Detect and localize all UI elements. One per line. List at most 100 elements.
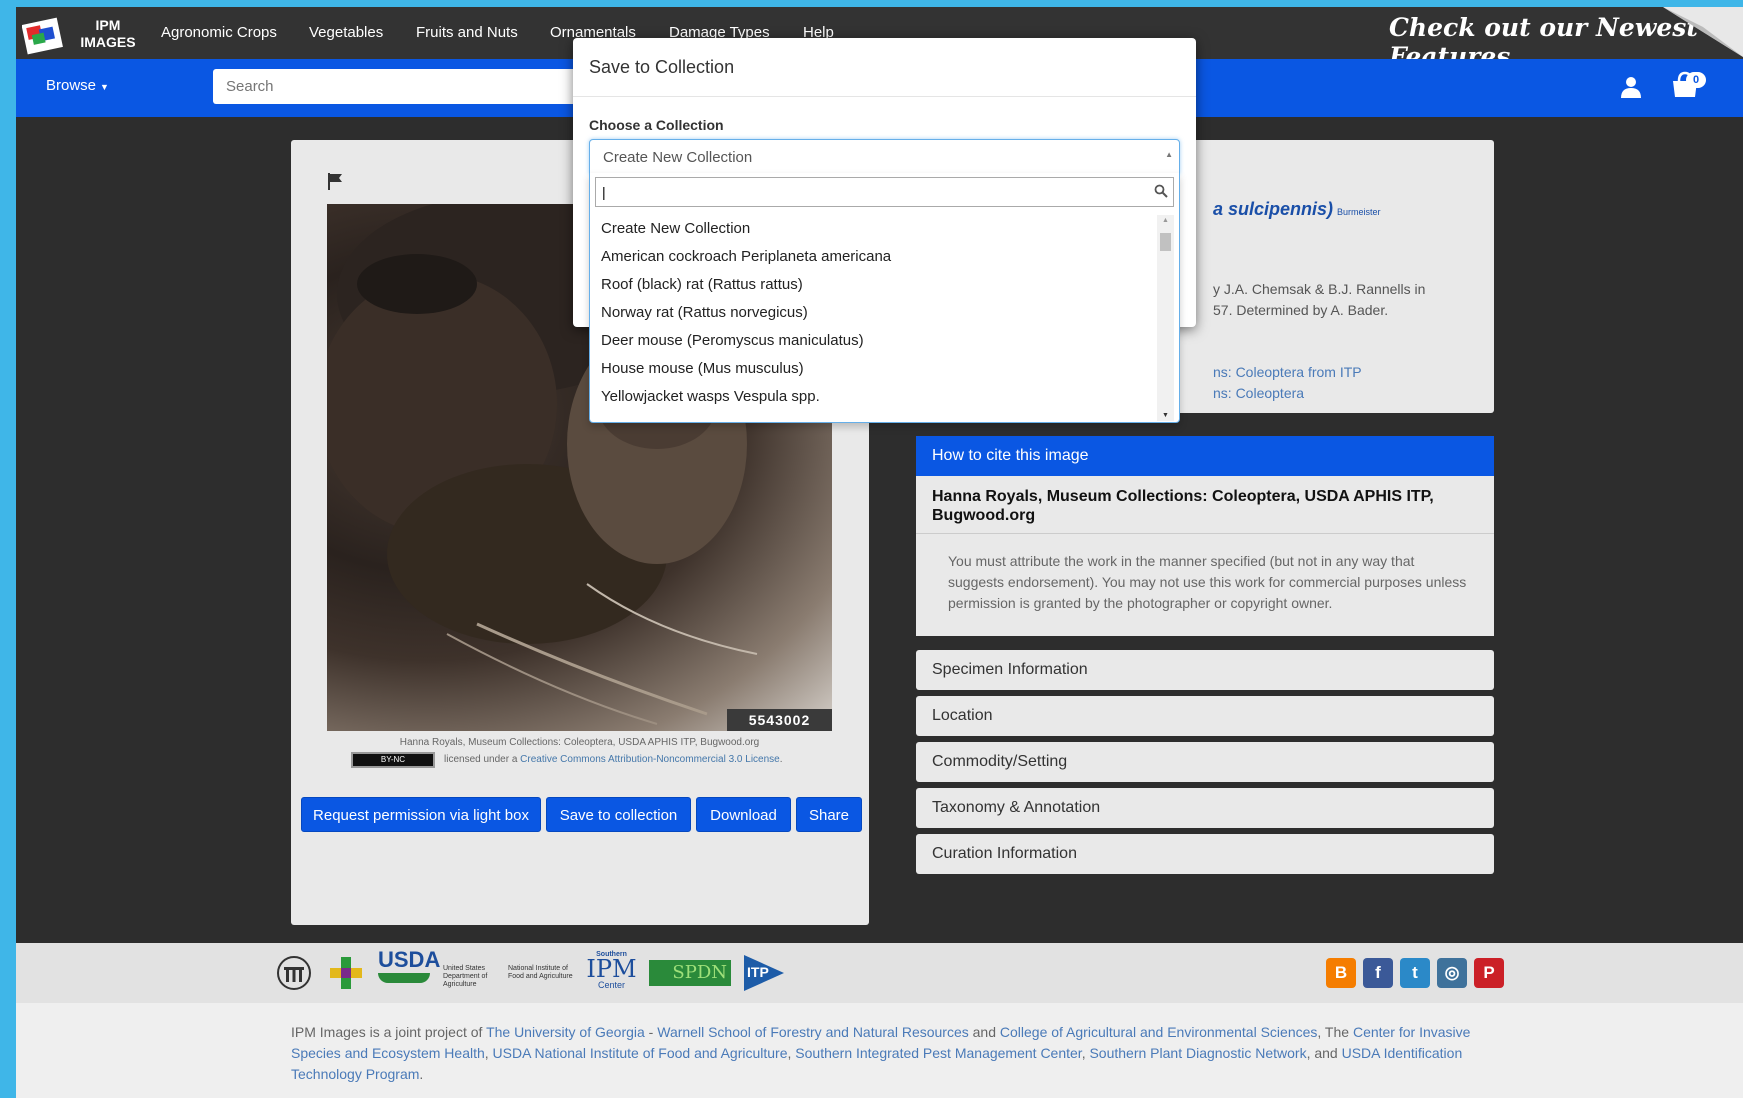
logo-text: IPM IMAGES [78, 17, 138, 51]
image-number: 5543002 [727, 709, 832, 731]
uga-arch-icon[interactable] [276, 955, 312, 991]
footer-text-segment: , The [1317, 1024, 1353, 1040]
citation-text: Hanna Royals, Museum Collections: Coleop… [932, 488, 1434, 524]
nav-fruits-and-nuts[interactable]: Fruits and Nuts [416, 24, 518, 41]
scientific-name: a sulcipennis) Burmeister [1213, 199, 1381, 220]
collection-dropdown: Create New CollectionAmerican cockroach … [589, 173, 1180, 423]
license-link[interactable]: Creative Commons Attribution-Noncommerci… [520, 754, 780, 765]
license-text: licensed under a Creative Commons Attrib… [444, 754, 783, 765]
flag-icon[interactable] [327, 172, 343, 190]
footer-link[interactable]: Southern Integrated Pest Management Cent… [795, 1045, 1081, 1061]
nifa-text: National Institute of Food and Agricultu… [508, 965, 573, 980]
collection-search-input[interactable] [595, 177, 1174, 207]
accordion-location[interactable]: Location [916, 696, 1494, 736]
southern-ipm-center-logo[interactable]: Southern IPM Center [584, 951, 639, 990]
collector-line-2: 57. Determined by A. Bader. [1213, 302, 1389, 318]
collection-link-1[interactable]: ns: Coleoptera from ITP [1213, 364, 1362, 380]
collection-link-2[interactable]: ns: Coleoptera [1213, 385, 1304, 401]
citation-terms: You must attribute the work in the manne… [948, 553, 1467, 611]
cart-count-badge: 0 [1686, 72, 1706, 88]
footer-credits-text: IPM Images is a joint project of The Uni… [291, 1022, 1481, 1085]
download-button[interactable]: Download [696, 797, 791, 832]
cite-divider [916, 533, 1494, 534]
collection-select-value: Create New Collection [603, 149, 753, 166]
itp-logo[interactable]: ITP [744, 955, 784, 991]
accordion-commodity-setting[interactable]: Commodity/Setting [916, 742, 1494, 782]
scroll-up-arrow[interactable]: ▲ [1162, 217, 1169, 224]
scientific-name-text: a sulcipennis) [1213, 199, 1334, 219]
footer-link[interactable]: College of Agricultural and Environmenta… [1000, 1024, 1318, 1040]
cc-badge-text: BY-NC [380, 755, 406, 764]
ipm-center-text: IPM [586, 955, 637, 983]
collection-select[interactable]: Create New Collection ▲ [589, 139, 1180, 174]
caret-down-icon: ▼ [100, 82, 109, 92]
license-prefix: licensed under a [444, 754, 518, 765]
nav-vegetables[interactable]: Vegetables [309, 24, 383, 41]
blogger-icon[interactable]: B [1326, 958, 1356, 988]
usda-logo-text: USDA [378, 947, 441, 972]
request-permission-button[interactable]: Request permission via light box [301, 797, 541, 832]
cise-logo-icon[interactable] [326, 953, 366, 993]
footer-logo-strip: USDA United States Department of Agricul… [16, 943, 1743, 1003]
search-icon [1154, 184, 1168, 198]
modal-divider [573, 96, 1196, 97]
twitter-icon[interactable]: t [1400, 958, 1430, 988]
accordion-curation-information[interactable]: Curation Information [916, 834, 1494, 874]
site-logo[interactable]: IPM IMAGES [18, 9, 146, 57]
scrollbar-thumb[interactable] [1160, 233, 1171, 251]
dropdown-scrollbar[interactable]: ▲ ▼ [1157, 215, 1174, 421]
save-to-collection-button[interactable]: Save to collection [546, 797, 691, 832]
collection-select-label: Choose a Collection [589, 117, 724, 133]
collection-option[interactable]: Norway rat (Rattus norvegicus) [590, 299, 1156, 327]
logo-line-2: IMAGES [80, 34, 136, 50]
logo-icon [22, 17, 63, 55]
footer-text-segment: - [644, 1024, 658, 1040]
facebook-icon[interactable]: f [1363, 958, 1393, 988]
footer-text-segment: , and [1306, 1045, 1342, 1061]
modal-title: Save to Collection [589, 57, 735, 77]
collection-option[interactable]: Roof (black) rat (Rattus rattus) [590, 271, 1156, 299]
browse-dropdown[interactable]: Browse ▼ [46, 77, 109, 94]
user-icon[interactable] [1619, 75, 1643, 99]
logo-line-1: IPM [95, 17, 121, 33]
pinterest-icon[interactable]: P [1474, 958, 1504, 988]
cite-header: How to cite this image [916, 436, 1494, 476]
collection-option[interactable]: American cockroach Periplaneta americana [590, 243, 1156, 271]
accordion-taxonomy-annotation[interactable]: Taxonomy & Annotation [916, 788, 1494, 828]
spdn-text: SPDN [672, 962, 727, 983]
nav-agronomic-crops[interactable]: Agronomic Crops [161, 24, 277, 41]
footer-link[interactable]: Warnell School of Forestry and Natural R… [657, 1024, 969, 1040]
spdn-logo[interactable]: SPDN [649, 960, 731, 986]
scroll-down-arrow[interactable]: ▼ [1162, 412, 1169, 419]
itp-logo-text: ITP [747, 964, 769, 980]
collection-option[interactable]: House mouse (Mus musculus) [590, 355, 1156, 383]
cite-body: Hanna Royals, Museum Collections: Coleop… [916, 476, 1494, 636]
browse-label: Browse [46, 77, 97, 94]
caret-up-icon: ▲ [1165, 150, 1173, 159]
newest-features-banner[interactable]: Check out our Newest Features [1343, 7, 1743, 71]
share-button[interactable]: Share [796, 797, 862, 832]
instagram-icon[interactable]: ◎ [1437, 958, 1467, 988]
collector-line-1: y J.A. Chemsak & B.J. Rannells in [1213, 281, 1426, 297]
page-curl-icon [1663, 7, 1743, 57]
footer-link[interactable]: USDA National Institute of Food and Agri… [493, 1045, 788, 1061]
collection-option[interactable]: Paper wasps Polistes spp. [590, 411, 1156, 415]
accordion-specimen-information[interactable]: Specimen Information [916, 650, 1494, 690]
footer-credits: IPM Images is a joint project of The Uni… [16, 1003, 1743, 1098]
search-input[interactable] [213, 69, 573, 104]
license-suffix: . [779, 754, 783, 765]
image-credit: Hanna Royals, Museum Collections: Coleop… [399, 737, 760, 748]
scientific-name-author: Burmeister [1337, 207, 1381, 217]
usda-logo[interactable]: USDA [378, 947, 441, 989]
collection-options-list: Create New Collection American cockroach … [590, 215, 1156, 415]
footer-text-segment: and [968, 1024, 1000, 1040]
footer-text-segment: , [484, 1045, 493, 1061]
footer-link[interactable]: Southern Plant Diagnostic Network [1089, 1045, 1306, 1061]
cc-license-badge[interactable]: BY-NC [351, 752, 435, 768]
usda-department-text: United States Department of Agriculture [443, 965, 488, 988]
collection-option[interactable]: Deer mouse (Peromyscus maniculatus) [590, 327, 1156, 355]
footer-link[interactable]: The University of Georgia [486, 1024, 645, 1040]
footer-text-segment: IPM Images is a joint project of [291, 1024, 487, 1040]
collection-option[interactable]: Create New Collection [590, 215, 1156, 243]
collection-option[interactable]: Yellowjacket wasps Vespula spp. [590, 383, 1156, 411]
